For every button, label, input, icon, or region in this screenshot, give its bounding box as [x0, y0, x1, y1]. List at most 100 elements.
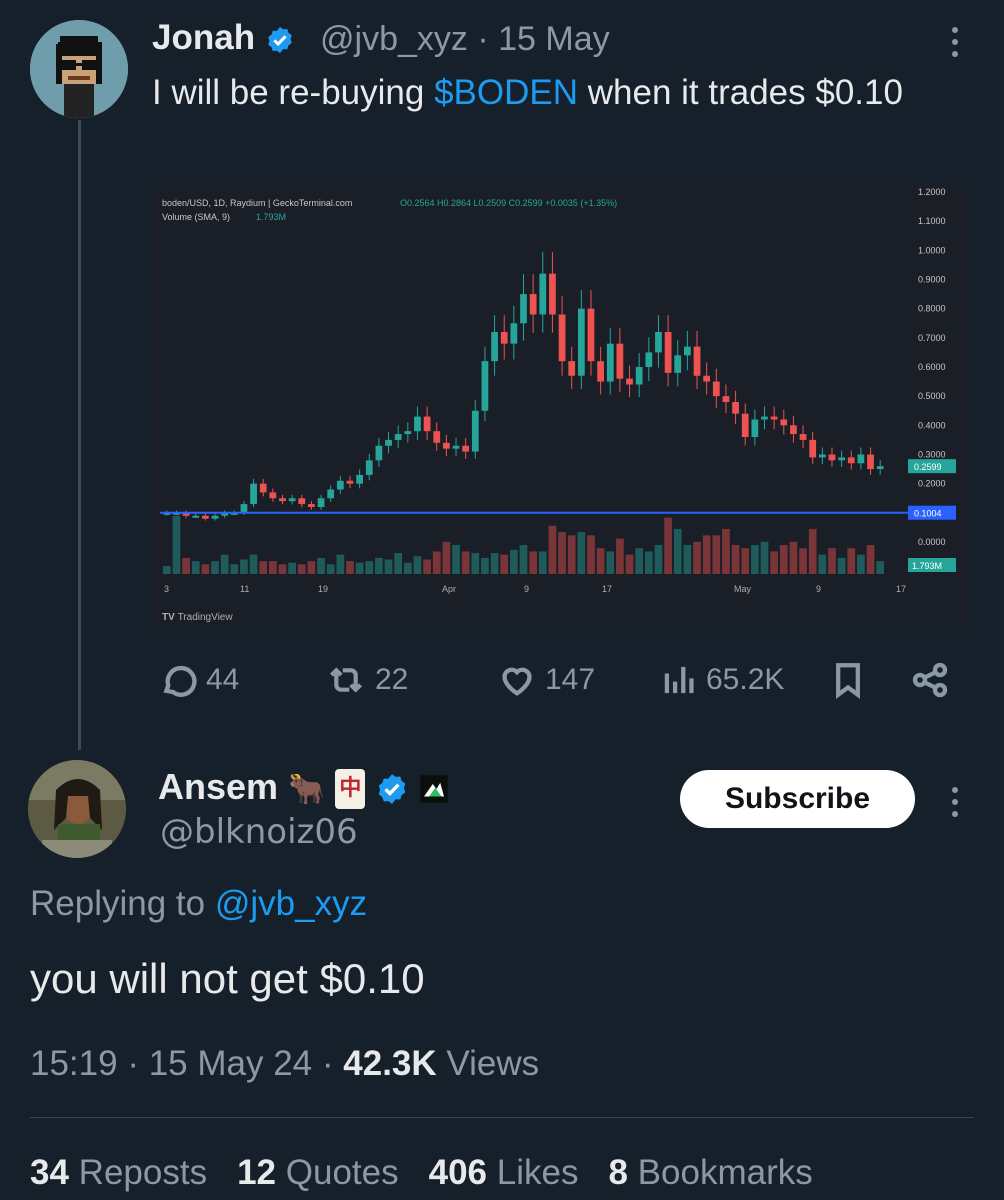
- pixel-avatar-icon: [30, 20, 128, 118]
- candle-body: [770, 416, 778, 420]
- author-name-text[interactable]: Jonah: [152, 18, 255, 57]
- bookmark-icon: [836, 663, 860, 699]
- tweet-text-part: I will be re-buying: [152, 73, 435, 112]
- candle-body: [645, 352, 653, 367]
- share-icon: [912, 662, 948, 698]
- candle-body: [192, 515, 200, 518]
- chart-image[interactable]: boden/USD, 1D, Raydium | GeckoTerminal.c…: [150, 180, 968, 628]
- candle-body: [269, 492, 277, 499]
- chart-header-volume: Volume (SMA, 9): [162, 212, 230, 222]
- subscribe-button[interactable]: Subscribe: [680, 770, 915, 828]
- candle-body: [327, 489, 335, 499]
- volume-bar: [326, 564, 335, 574]
- candle-body: [500, 332, 508, 344]
- candle-body: [809, 439, 817, 458]
- bookmarks-stat[interactable]: 8 Bookmarks: [608, 1153, 812, 1193]
- candle-body: [462, 445, 470, 452]
- replying-mention-link[interactable]: @jvb_xyz: [215, 884, 367, 923]
- volume-bar: [481, 557, 489, 574]
- heart-icon: [502, 667, 532, 696]
- volume-bar: [394, 553, 403, 574]
- candle-body: [664, 332, 672, 373]
- volume-bar: [529, 551, 537, 574]
- x-tick-label: 11: [240, 584, 249, 594]
- candle-body: [741, 413, 749, 437]
- candle-body: [751, 419, 759, 437]
- more-options-icon[interactable]: [945, 782, 965, 831]
- volume-bar: [288, 562, 296, 574]
- quotes-stat[interactable]: 12 Quotes: [237, 1153, 399, 1193]
- volume-bar: [346, 561, 354, 574]
- reply-views-label: Views: [446, 1044, 540, 1083]
- cashtag-link[interactable]: $BODEN: [434, 73, 578, 112]
- volume-bar: [847, 548, 856, 574]
- candle-body: [549, 273, 556, 315]
- y-tick-label: 0.2000: [918, 479, 946, 489]
- reply-time[interactable]: 15:19: [30, 1044, 118, 1083]
- volume-bar: [596, 548, 605, 574]
- volume-bar: [230, 564, 239, 574]
- author-name[interactable]: Jonah: [152, 18, 295, 58]
- bookmarks-label: Bookmarks: [637, 1153, 813, 1192]
- share-action[interactable]: [910, 660, 950, 700]
- candle-body: [838, 457, 845, 461]
- repost-icon: [329, 667, 363, 693]
- candle-body: [799, 434, 807, 440]
- reply-action[interactable]: 44: [158, 660, 239, 700]
- reply-author-avatar[interactable]: [28, 760, 126, 858]
- volume-bar: [442, 541, 451, 574]
- volume-bar: [278, 564, 287, 574]
- repost-count: 22: [375, 663, 409, 696]
- candle-body: [365, 460, 373, 475]
- tweet-date[interactable]: 15 May: [498, 20, 610, 58]
- volume-bar: [249, 554, 258, 574]
- candle-body: [404, 431, 412, 435]
- views-action[interactable]: 65.2K: [662, 660, 784, 700]
- volume-bar: [779, 545, 788, 574]
- reply-icon: [163, 665, 197, 697]
- volume-bar: [558, 532, 566, 574]
- reposts-stat[interactable]: 34 Reposts: [30, 1153, 207, 1193]
- reply-author-name[interactable]: Ansem 🐂 中: [158, 766, 449, 810]
- volume-bar: [162, 565, 171, 574]
- candle-body: [847, 457, 855, 464]
- author-handle[interactable]: @jvb_xyz: [320, 20, 468, 58]
- like-count: 147: [545, 663, 596, 696]
- volume-bar: [336, 554, 345, 574]
- reply-author-handle[interactable]: @blknoiz06: [160, 812, 358, 852]
- candle-body: [597, 361, 604, 382]
- candle-body: [510, 323, 518, 344]
- reply-author-name-text[interactable]: Ansem: [158, 766, 278, 807]
- volume-bar: [857, 554, 865, 574]
- volume-bar: [654, 545, 663, 574]
- volume-bar: [683, 545, 692, 574]
- candle-body: [423, 416, 431, 432]
- x-tick-label: 17: [896, 584, 906, 594]
- repost-action[interactable]: 22: [325, 660, 408, 700]
- reply-date[interactable]: 15 May 24: [149, 1044, 312, 1083]
- candle-body: [655, 332, 662, 353]
- more-options-icon[interactable]: [945, 22, 965, 62]
- volume-bar: [673, 528, 682, 574]
- volume-bar: [664, 517, 672, 574]
- volume-tag: 1.793M: [912, 561, 942, 571]
- like-action[interactable]: 147: [497, 660, 595, 700]
- volume-bar: [837, 557, 846, 574]
- volume-bar: [577, 532, 586, 574]
- bookmark-action[interactable]: [830, 660, 866, 700]
- author-avatar[interactable]: [30, 20, 128, 118]
- last-price-tag: 0.2599: [914, 462, 942, 472]
- reposts-count: 34: [30, 1153, 69, 1192]
- volume-bar: [220, 554, 229, 574]
- candle-body: [443, 442, 450, 449]
- x-tick-label: May: [734, 584, 752, 594]
- y-tick-label: 0.4000: [918, 420, 946, 430]
- candle-body: [577, 308, 585, 376]
- likes-stat[interactable]: 406 Likes: [429, 1153, 579, 1193]
- chart-header-symbol: boden/USD, 1D, Raydium | GeckoTerminal.c…: [162, 198, 352, 208]
- reply-metadata: 15:19 · 15 May 24 · 42.3K Views: [30, 1044, 539, 1084]
- candle-body: [414, 416, 421, 432]
- volume-bar: [413, 556, 422, 574]
- candle-body: [876, 466, 884, 470]
- chart-header-volume-value: 1.793M: [256, 212, 286, 222]
